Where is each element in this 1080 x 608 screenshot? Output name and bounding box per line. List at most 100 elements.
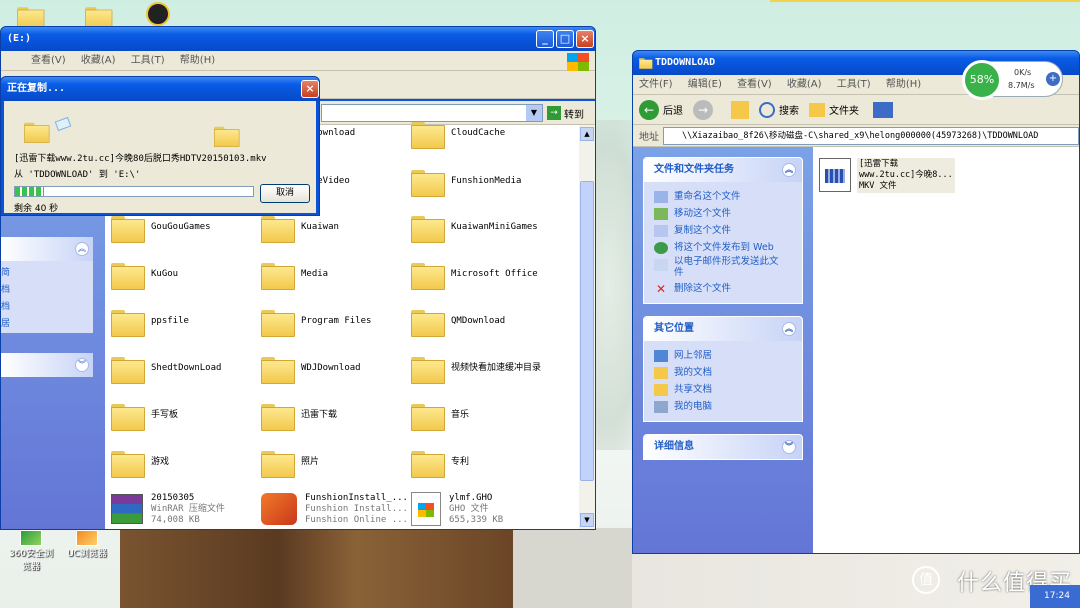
folder-item[interactable]: 手写板	[111, 393, 259, 437]
folder-item[interactable]: 视频快看加速缓冲目录	[411, 346, 559, 390]
collapse-icon[interactable]: ︽	[75, 242, 89, 256]
task-publish-web[interactable]: 将这个文件发布到 Web	[654, 239, 792, 256]
close-button[interactable]: ×	[576, 30, 594, 48]
scroll-thumb[interactable]	[580, 181, 594, 481]
flying-paper-icon	[54, 116, 72, 132]
taskbar-clock[interactable]: 17:24	[1030, 585, 1080, 608]
folder-item[interactable]: KuaiwanMiniGames	[411, 205, 559, 249]
folder-item[interactable]: ppsfile	[111, 299, 259, 343]
folder-item[interactable]: QMDownload	[411, 299, 559, 343]
folder-item[interactable]: 专利	[411, 440, 559, 484]
task-email[interactable]: 以电子邮件形式发送此文件	[654, 256, 792, 280]
folder-icon	[654, 366, 668, 379]
task-link[interactable]: 档	[1, 282, 93, 299]
folder-item[interactable]: 游戏	[111, 440, 259, 484]
minimize-button[interactable]: _	[536, 30, 554, 48]
folders-button[interactable]: 文件夹	[809, 102, 859, 117]
vertical-scrollbar[interactable]: ▲ ▼	[579, 125, 595, 529]
panel-header[interactable]: 详细信息 ︾	[644, 435, 802, 459]
file-name: [迅雷下载	[859, 158, 899, 169]
desktop-icon-uc-browser[interactable]: UC浏览器	[62, 530, 112, 559]
menu-view[interactable]: 查看(V)	[31, 55, 66, 66]
move-icon	[654, 207, 668, 220]
folder-item[interactable]: WDJDownload	[261, 346, 409, 390]
forward-arrow-icon[interactable]: →	[693, 99, 713, 120]
close-button[interactable]: ×	[301, 80, 319, 98]
place-my-computer[interactable]: 我的电脑	[654, 398, 792, 415]
place-network[interactable]: 网上邻居	[654, 347, 792, 364]
menu-help[interactable]: 帮助(H)	[180, 55, 215, 66]
menu-help[interactable]: 帮助(H)	[886, 79, 921, 90]
back-button[interactable]: ← 后退	[639, 99, 683, 120]
file-item[interactable]: [迅雷下载 www.2tu.cc]今晚8... MKV 文件	[819, 155, 959, 195]
folder-item[interactable]: 迅雷下载	[261, 393, 409, 437]
media-player-icon[interactable]	[146, 2, 170, 26]
folder-item[interactable]: KuGou	[111, 252, 259, 296]
scroll-up-icon[interactable]: ▲	[580, 127, 594, 141]
source-folder-icon	[20, 117, 52, 145]
search-button[interactable]: 搜索	[759, 101, 799, 118]
up-folder-icon[interactable]	[731, 100, 749, 119]
task-rename[interactable]: 重命名这个文件	[654, 188, 792, 205]
menu-edit[interactable]: 编辑(E)	[688, 79, 722, 90]
copy-file-name: [迅雷下载www.2tu.cc]今晚80后脱口秀HDTV20150103.mkv	[14, 154, 267, 164]
expand-icon[interactable]: ︾	[782, 440, 796, 454]
folder-icon	[261, 260, 295, 290]
search-icon	[759, 101, 775, 118]
desktop-icon-360-browser[interactable]: 360安全浏览器	[6, 530, 56, 572]
task-copy[interactable]: 复制这个文件	[654, 222, 792, 239]
address-input[interactable]: \\Xiazaibao_8f26\移动磁盘-C\shared_x9\helong…	[663, 126, 1079, 145]
task-delete[interactable]: ✕ 删除这个文件	[654, 280, 792, 297]
rename-icon	[654, 190, 668, 203]
place-shared-documents[interactable]: 共享文档	[654, 381, 792, 398]
time-remaining: 剩余 40 秒	[14, 204, 59, 214]
winrar-icon	[111, 494, 143, 524]
scroll-down-icon[interactable]: ▼	[580, 513, 594, 527]
folder-item[interactable]: ShedtDownLoad	[111, 346, 259, 390]
folder-item[interactable]: 照片	[261, 440, 409, 484]
dialog-titlebar[interactable]: 正在复制...	[1, 77, 319, 101]
folder-item[interactable]: Program Files	[261, 299, 409, 343]
menu-favorites[interactable]: 收藏(A)	[81, 55, 116, 66]
expand-icon[interactable]: ︾	[75, 358, 89, 372]
panel-header[interactable]: 文件和文件夹任务 ︽	[644, 158, 802, 182]
menu-tools[interactable]: 工具(T)	[131, 55, 165, 66]
menu-view[interactable]: 查看(V)	[737, 79, 772, 90]
window-titlebar[interactable]: (E:)	[1, 27, 595, 51]
views-icon[interactable]	[873, 101, 893, 118]
file-item[interactable]: FunshionInstall_... Funshion Install... Fu…	[261, 487, 409, 529]
file-item[interactable]: ylmf.GHO GHO 文件 655,339 KB	[411, 487, 559, 529]
copy-progress-bar	[14, 186, 254, 197]
file-tasks-panel: 文件和文件夹任务 ︽ 重命名这个文件 移动这个文件 复制这个文件 将这个文件发布到…	[643, 157, 803, 304]
desktop-wood-image	[120, 528, 515, 608]
collapse-icon[interactable]: ︽	[782, 163, 796, 177]
window-title: TDDOWNLOAD	[655, 57, 716, 68]
memory-percent: 58%	[962, 60, 1002, 100]
menu-favorites[interactable]: 收藏(A)	[787, 79, 822, 90]
folder-item[interactable]: Media	[261, 252, 409, 296]
folder-item[interactable]: Microsoft Office	[411, 252, 559, 296]
menu-tools[interactable]: 工具(T)	[837, 79, 871, 90]
folder-icon	[111, 260, 145, 290]
maximize-button[interactable]: □	[556, 30, 574, 48]
place-my-documents[interactable]: 我的文档	[654, 364, 792, 381]
menu-file[interactable]: 文件(F)	[639, 79, 673, 90]
collapse-icon[interactable]: ︽	[782, 322, 796, 336]
task-link[interactable]: 居	[1, 316, 93, 333]
details-panel: 详细信息 ︾	[643, 434, 803, 460]
task-link[interactable]: 简	[1, 265, 93, 282]
panel-header[interactable]: ︽	[1, 237, 93, 261]
folder-item[interactable]: FunshionMedia	[411, 159, 559, 203]
task-link[interactable]: 档	[1, 299, 93, 316]
folder-item[interactable]: CloudCache	[411, 111, 559, 155]
task-move[interactable]: 移动这个文件	[654, 205, 792, 222]
panel-header[interactable]: 其它位置 ︽	[644, 317, 802, 341]
cancel-button[interactable]: 取消	[260, 184, 310, 203]
globe-icon	[654, 241, 668, 254]
file-item[interactable]: 20150305 WinRAR 压缩文件 74,008 KB	[111, 487, 259, 529]
speed-widget[interactable]: 58% 0K/s 8.7M/s +	[962, 60, 1063, 100]
plus-icon[interactable]: +	[1046, 72, 1060, 86]
folder-item[interactable]: 音乐	[411, 393, 559, 437]
panel-header[interactable]: ︾	[1, 353, 93, 377]
folder-icon	[261, 448, 295, 478]
